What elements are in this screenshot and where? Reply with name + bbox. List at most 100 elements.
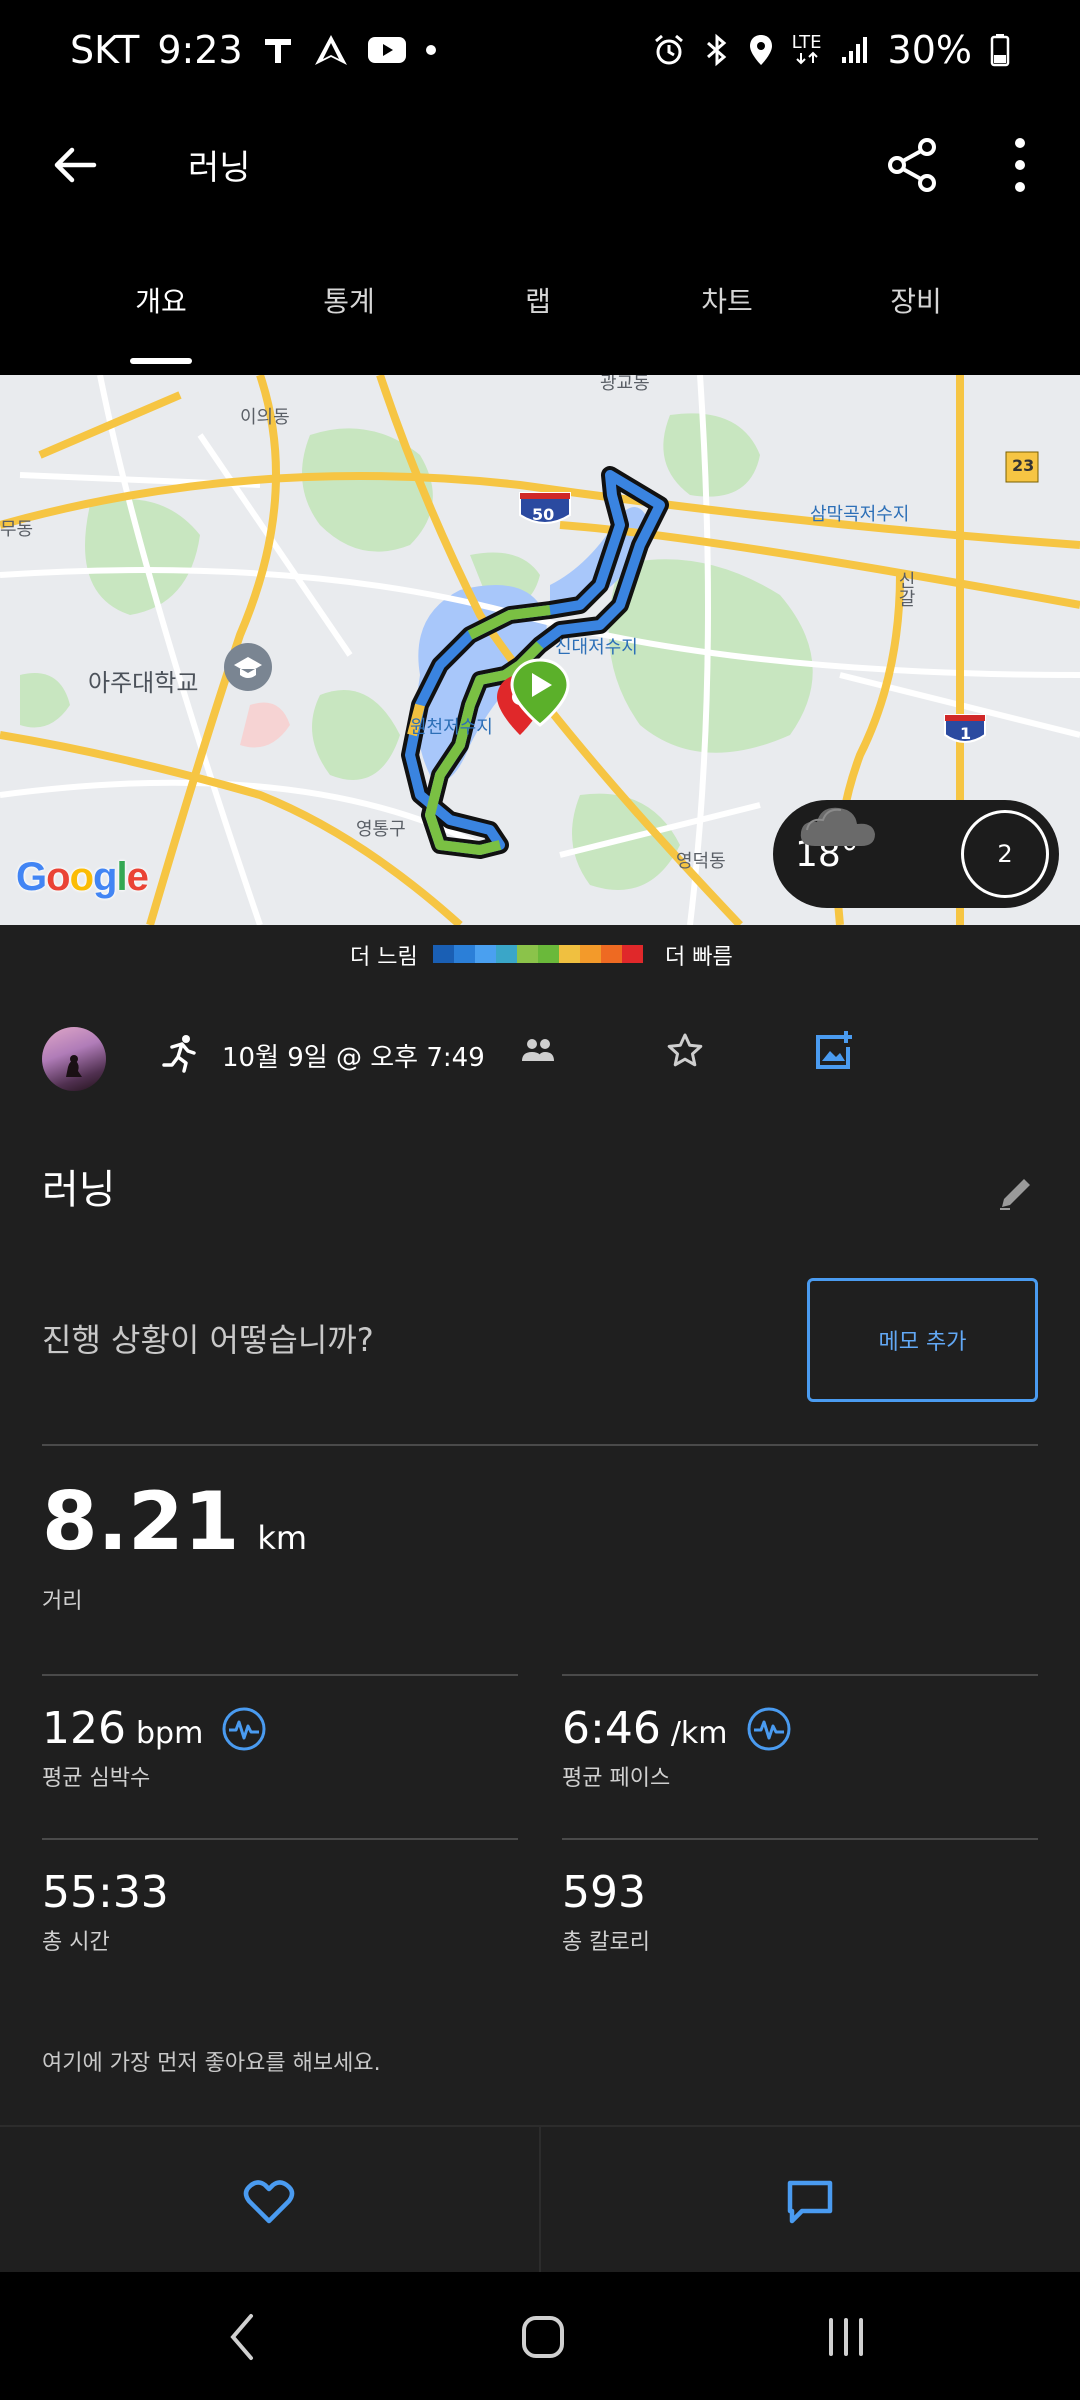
pace-zone-icon[interactable] <box>746 1706 792 1752</box>
active-tab-indicator <box>130 358 192 364</box>
status-right: LTE 30% <box>652 28 1010 72</box>
nav-recents-icon <box>829 2318 863 2356</box>
memo-prompt: 진행 상황이 어떻습니까? <box>42 1321 374 1359</box>
lte-text: LTE <box>791 32 822 53</box>
calories-label: 총 칼로리 <box>562 1930 650 1955</box>
legend-slow-label: 더 느림 <box>350 945 418 970</box>
legend-swatch <box>538 945 559 963</box>
page-title: 러닝 <box>188 148 251 188</box>
back-button[interactable] <box>40 130 110 200</box>
app-bar: 러닝 <box>0 110 1080 220</box>
share-button[interactable] <box>878 130 948 200</box>
action-bar <box>0 2125 1080 2274</box>
share-icon <box>888 138 936 192</box>
divider <box>42 1674 518 1676</box>
legend-swatch <box>517 945 538 963</box>
distance-stat: 8.21 km <box>42 1475 307 1568</box>
legend-swatch <box>559 945 580 963</box>
add-memo-button[interactable]: 메모 추가 <box>807 1278 1038 1402</box>
divider <box>562 1838 1038 1840</box>
pace-unit: /km <box>670 1716 728 1751</box>
lte-icon: LTE <box>791 32 822 65</box>
system-nav-bar <box>0 2272 1080 2400</box>
wind-speed: 2 <box>997 840 1013 868</box>
battery-icon <box>990 33 1010 67</box>
tab-laps[interactable]: 랩 <box>468 280 608 320</box>
navigation-app-icon <box>313 33 349 67</box>
map-label-gwanggyo: 광교동 <box>600 375 650 394</box>
heart-icon <box>243 2180 295 2224</box>
legend-swatch <box>580 945 601 963</box>
edit-pencil-icon[interactable] <box>996 1173 1036 1213</box>
tab-gear[interactable]: 장비 <box>846 280 986 320</box>
calories-stat: 593 총 칼로리 <box>562 1867 650 1956</box>
legend-fast-label: 더 빠름 <box>665 945 733 970</box>
activity-name: 러닝 <box>42 1167 116 1213</box>
add-photo-icon[interactable] <box>812 1029 856 1073</box>
tab-stats[interactable]: 통계 <box>279 280 419 320</box>
nav-back-icon <box>230 2314 253 2360</box>
legend-swatch <box>622 945 643 963</box>
comment-button[interactable] <box>780 2172 840 2232</box>
tab-bar: 개요 통계 랩 차트 장비 <box>0 240 1080 365</box>
map-label-mudong: 무동 <box>0 519 34 540</box>
alarm-icon <box>652 33 686 67</box>
total-time-value: 55:33 <box>42 1867 169 1918</box>
total-time-label: 총 시간 <box>42 1930 110 1955</box>
divider <box>562 1674 1038 1676</box>
battery-percent: 30% <box>887 28 972 72</box>
weather-widget: 18° 2 <box>773 800 1059 908</box>
back-arrow-icon <box>54 147 97 183</box>
avatar-silhouette <box>66 1055 82 1077</box>
nav-back-button[interactable] <box>202 2302 282 2372</box>
running-icon <box>162 1035 196 1073</box>
status-bar: SKT 9:23 LTE 30% <box>0 0 1080 110</box>
map-label-yeongtong: 영통구 <box>356 819 406 840</box>
more-vertical-icon <box>1015 138 1025 192</box>
tab-charts[interactable]: 차트 <box>657 280 797 320</box>
people-icon[interactable] <box>520 1035 556 1065</box>
legend-swatch <box>601 945 622 963</box>
legend-swatch <box>454 945 475 963</box>
total-time-stat: 55:33 총 시간 <box>42 1867 169 1956</box>
divider <box>42 1838 518 1840</box>
map-label-singal: 신갈 <box>895 571 916 607</box>
route-shield-50: 50 <box>532 505 555 524</box>
map-label-reservoir-3: 원천저수지 <box>410 717 493 738</box>
nav-recents-button[interactable] <box>806 2302 886 2372</box>
map-label-iui: 이의동 <box>240 407 290 428</box>
map-label-reservoir-1: 삼막곡저수지 <box>810 504 910 525</box>
tab-overview[interactable]: 개요 <box>91 280 231 320</box>
heart-rate-label: 평균 심박수 <box>42 1766 151 1791</box>
route-shield-1: 1 <box>960 724 972 743</box>
route-map[interactable]: 이의동 삼막곡저수지 신대저수지 아주대학교 원천저수지 영통구 영덕동 광교동… <box>0 375 1080 925</box>
nav-home-icon <box>522 2316 564 2358</box>
avatar[interactable] <box>42 1027 106 1091</box>
heart-rate-stat: 126 bpm 평균 심박수 <box>42 1703 267 1792</box>
map-label-university: 아주대학교 <box>88 669 199 697</box>
bluetooth-icon <box>704 33 730 67</box>
legend-swatch <box>475 945 496 963</box>
map-label-reservoir-2: 신대저수지 <box>555 637 638 658</box>
carrier-text: SKT <box>70 28 140 72</box>
location-icon <box>748 33 774 67</box>
signal-icon <box>840 35 870 65</box>
pace-label: 평균 페이스 <box>562 1766 671 1791</box>
like-button[interactable] <box>239 2172 299 2232</box>
google-logo: Google <box>16 855 149 899</box>
youtube-icon <box>367 35 407 65</box>
heart-rate-zone-icon[interactable] <box>221 1706 267 1752</box>
more-options-button[interactable] <box>990 130 1050 200</box>
legend-swatch <box>496 945 517 963</box>
star-icon[interactable] <box>665 1031 705 1071</box>
activity-date: 10월 9일 @ 오후 7:49 <box>222 1043 485 1073</box>
cloud-icon <box>800 807 875 846</box>
distance-label: 거리 <box>42 1589 83 1614</box>
pace-legend: 더 느림 더 빠름 <box>0 925 1080 985</box>
action-divider <box>539 2127 541 2274</box>
nav-home-button[interactable] <box>503 2302 583 2372</box>
notification-dot-icon <box>425 44 437 56</box>
pace-stat: 6:46 /km 평균 페이스 <box>562 1703 792 1792</box>
heart-rate-unit: bpm <box>135 1716 204 1751</box>
distance-unit: km <box>257 1519 308 1557</box>
